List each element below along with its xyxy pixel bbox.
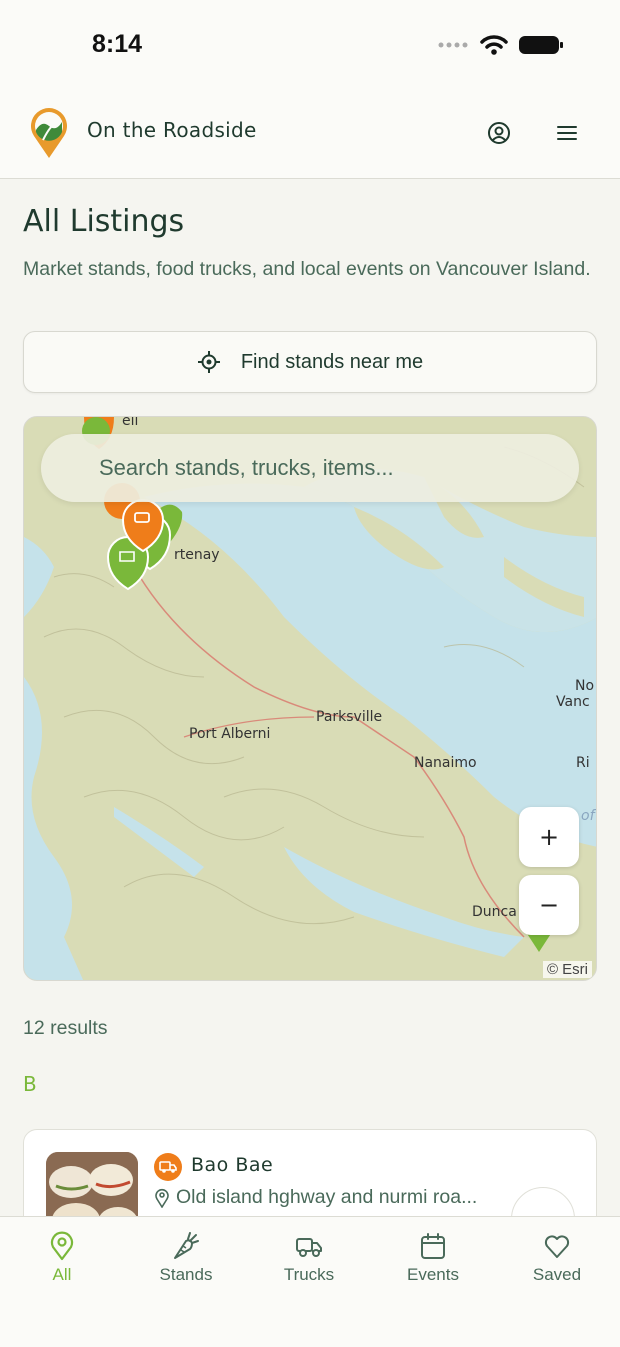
map-label: rtenay <box>174 547 220 563</box>
page-title: All Listings <box>23 204 185 239</box>
map-label: ell <box>122 416 139 429</box>
nav-label: Trucks <box>283 1265 335 1284</box>
nav-label: All <box>52 1265 72 1284</box>
listing-location: Old island hghway and nurmi roa... <box>154 1186 477 1209</box>
map-search-placeholder: Search stands, trucks, items... <box>99 455 394 480</box>
map-label: Dunca <box>472 904 517 920</box>
signal-icon <box>438 42 468 48</box>
nav-item-trucks[interactable]: Trucks <box>259 1231 359 1285</box>
status-time: 8:14 <box>92 30 143 58</box>
wifi-icon <box>480 35 508 55</box>
nav-item-stands[interactable]: Stands <box>136 1231 236 1285</box>
user-circle-icon <box>488 122 510 144</box>
battery-icon <box>519 36 563 54</box>
app-logo[interactable] <box>28 106 70 164</box>
nav-label: Stands <box>159 1265 213 1284</box>
map-label: of <box>581 808 595 824</box>
page-subtitle: Market stands, food trucks, and local ev… <box>23 258 591 280</box>
account-button[interactable] <box>484 118 514 148</box>
results-count: 12 results <box>23 1017 108 1039</box>
map-label: Ri <box>576 755 590 771</box>
map-search-input[interactable]: Search stands, trucks, items... <box>41 434 579 502</box>
nav-label: Saved <box>532 1265 582 1284</box>
app-header: On the Roadside <box>0 92 620 179</box>
locate-icon <box>197 351 220 373</box>
calendar-icon <box>421 1233 445 1259</box>
status-bar: 8:14 <box>0 0 620 92</box>
truck-icon <box>154 1153 182 1181</box>
bottom-nav: All Stands Trucks Events Saved <box>0 1216 620 1347</box>
brand-name: On the Roadside <box>87 118 257 142</box>
nav-item-saved[interactable]: Saved <box>507 1231 607 1285</box>
heart-icon <box>544 1235 570 1258</box>
status-icons <box>438 34 564 56</box>
listing-location-text: Old island hghway and nurmi roa... <box>176 1186 478 1208</box>
map-pin-icon <box>155 1188 169 1208</box>
map-pin-icon <box>50 1231 74 1261</box>
truck-icon <box>296 1238 322 1257</box>
carrot-icon <box>174 1232 199 1259</box>
map-attribution[interactable]: © Esri <box>542 961 592 978</box>
map-label: Vanc <box>556 694 590 710</box>
nav-label: Events <box>407 1265 459 1284</box>
find-near-me-label: Find stands near me <box>240 350 424 373</box>
hamburger-icon <box>557 126 577 140</box>
menu-button[interactable] <box>552 118 582 148</box>
map-label: Parksville <box>316 709 383 725</box>
zoom-in-button[interactable]: + <box>519 807 579 867</box>
group-letter: B <box>23 1072 37 1096</box>
listing-name[interactable]: Bao Bae <box>191 1154 273 1176</box>
map-label: No <box>575 678 595 694</box>
find-near-me-button[interactable]: Find stands near me <box>23 331 597 393</box>
zoom-out-button[interactable]: − <box>519 875 579 935</box>
nav-item-all[interactable]: All <box>12 1231 112 1285</box>
nav-item-events[interactable]: Events <box>383 1231 483 1285</box>
map-label: Port Alberni <box>189 726 271 742</box>
map-label: Nanaimo <box>414 755 477 771</box>
map-view[interactable]: Search stands, trucks, items... ell rten… <box>23 416 597 981</box>
